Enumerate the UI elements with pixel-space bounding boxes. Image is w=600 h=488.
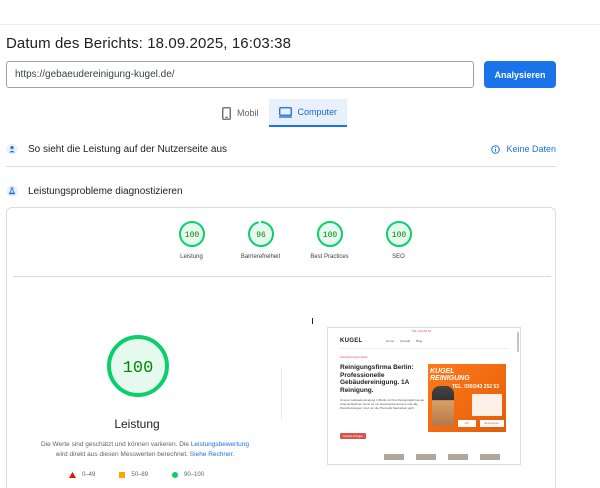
gauge-label: Best Practices (310, 254, 349, 260)
site-nav-item: Home (386, 339, 395, 343)
gauge-label: SEO (392, 254, 405, 260)
field-data-title: So sieht die Leistung auf der Nutzerseit… (28, 143, 228, 155)
legend-fail: 0–49 (69, 472, 95, 478)
legend-pass: 90–100 (172, 472, 204, 478)
desktop-icon (278, 106, 292, 118)
lab-icon (6, 185, 18, 197)
gauge-ring: 100 (178, 221, 205, 247)
gauge-score: 100 (391, 231, 406, 240)
performance-label: Leistung (114, 417, 160, 431)
disclaimer-text: Die Werte sind geschätzt und können vari… (40, 441, 189, 448)
no-data-link[interactable]: Keine Daten (491, 144, 556, 154)
circle-icon (172, 472, 179, 478)
gauge-label: Barrierefreiheit (240, 254, 281, 260)
site-nav-divider (340, 348, 510, 349)
gauge-accessibility[interactable]: 96 Barrierefreiheit (226, 220, 295, 260)
lighthouse-card: 100 Leistung 96 Barrierefreiheit 100 Bes… (6, 207, 556, 488)
info-icon (491, 144, 501, 154)
tab-desktop-label: Computer (297, 107, 338, 117)
site-thumbnail (384, 454, 404, 460)
triangle-icon (69, 472, 76, 478)
banner-phone: TEL. 030/243 252 53 (452, 384, 499, 390)
gauge-score: 100 (322, 231, 337, 240)
tab-mobile-label: Mobil (237, 108, 259, 118)
text-cursor-icon (312, 318, 313, 324)
card-divider (13, 276, 551, 277)
performance-gauge: 100 (107, 335, 169, 397)
banner-chip: 24/7 (458, 420, 476, 427)
phone-icon (222, 106, 231, 120)
site-nav-item: Blog (416, 339, 423, 343)
banner-person-image (432, 386, 454, 426)
square-icon (119, 472, 126, 478)
banner-title: KUGEL REINIGUNG (430, 368, 470, 382)
gauge-ring: 100 (316, 221, 343, 247)
gauge-performance[interactable]: 100 Leistung (157, 220, 226, 260)
site-body-text: Unsere Gebäudereinigung in Berlin ist Ih… (340, 398, 424, 410)
site-logo: KUGEL (340, 338, 363, 344)
page-screenshot: KUGEL 030 / 243 252 53 Home Kontakt Blog… (327, 327, 521, 465)
performance-score-link[interactable]: Leistungsbewertung (191, 441, 249, 448)
gauge-best-practices[interactable]: 100 Best Practices (295, 220, 364, 260)
site-nav: Home Kontakt Blog (386, 339, 422, 343)
legend-average-range: 50–89 (131, 472, 149, 478)
gauge-seo[interactable]: 100 SEO (364, 220, 433, 260)
tab-desktop[interactable]: Computer (268, 99, 348, 127)
score-legend: 0–49 50–89 90–100 (69, 472, 204, 478)
no-data-label: Keine Daten (506, 144, 556, 154)
site-nav-item: Kontakt (400, 339, 411, 343)
site-thumbnail (448, 454, 468, 460)
gauge-label: Leistung (180, 254, 203, 260)
disclaimer-text-2: wird direkt aus diesen Messwerten berech… (55, 451, 188, 458)
legend-fail-range: 0–49 (82, 472, 96, 478)
site-cta-button: Angebot anfragen (340, 433, 366, 439)
site-hero-banner: KUGEL REINIGUNG TEL. 030/243 252 53 24/7… (428, 364, 506, 432)
card-vertical-divider (281, 368, 282, 420)
site-kicker: Gebäudereinigung Berlin (340, 356, 368, 359)
banner-info-box (472, 394, 502, 416)
score-gauges: 100 Leistung 96 Barrierefreiheit 100 Bes… (157, 220, 433, 260)
performance-score: 100 (123, 359, 154, 378)
score-disclaimer: Die Werte sind geschätzt und können vari… (17, 440, 273, 460)
diagnose-section: Leistungsprobleme diagnostizieren (6, 181, 556, 201)
calculator-link[interactable]: Siehe Rechner. (190, 451, 234, 458)
device-tabs: Mobil Computer (212, 99, 348, 127)
section-divider (6, 166, 556, 167)
top-divider (0, 24, 600, 25)
url-input[interactable] (6, 61, 474, 88)
users-icon (6, 143, 18, 155)
report-date: Datum des Berichts: 18.09.2025, 16:03:38 (6, 35, 292, 52)
legend-pass-range: 90–100 (184, 472, 205, 478)
gauge-ring: 96 (247, 221, 274, 247)
tab-mobile[interactable]: Mobil (212, 99, 269, 127)
gauge-ring: 100 (385, 221, 412, 247)
screenshot-scrollbar (517, 332, 519, 352)
site-thumbnail (416, 454, 436, 460)
site-thumbnail (480, 454, 500, 460)
diagnose-title: Leistungsprobleme diagnostizieren (28, 185, 183, 197)
gauge-score: 100 (184, 231, 199, 240)
gauge-score: 96 (256, 231, 266, 240)
site-headline: Reinigungsfirma Berlin: Professionelle G… (340, 364, 414, 394)
site-top-contact: 030 / 243 252 53 (412, 330, 431, 333)
analyze-button[interactable]: Analysieren (484, 61, 556, 88)
field-data-section: So sieht die Leistung auf der Nutzerseit… (6, 139, 556, 159)
legend-average: 50–89 (119, 472, 148, 478)
banner-chip: Bewertungen (480, 420, 504, 427)
